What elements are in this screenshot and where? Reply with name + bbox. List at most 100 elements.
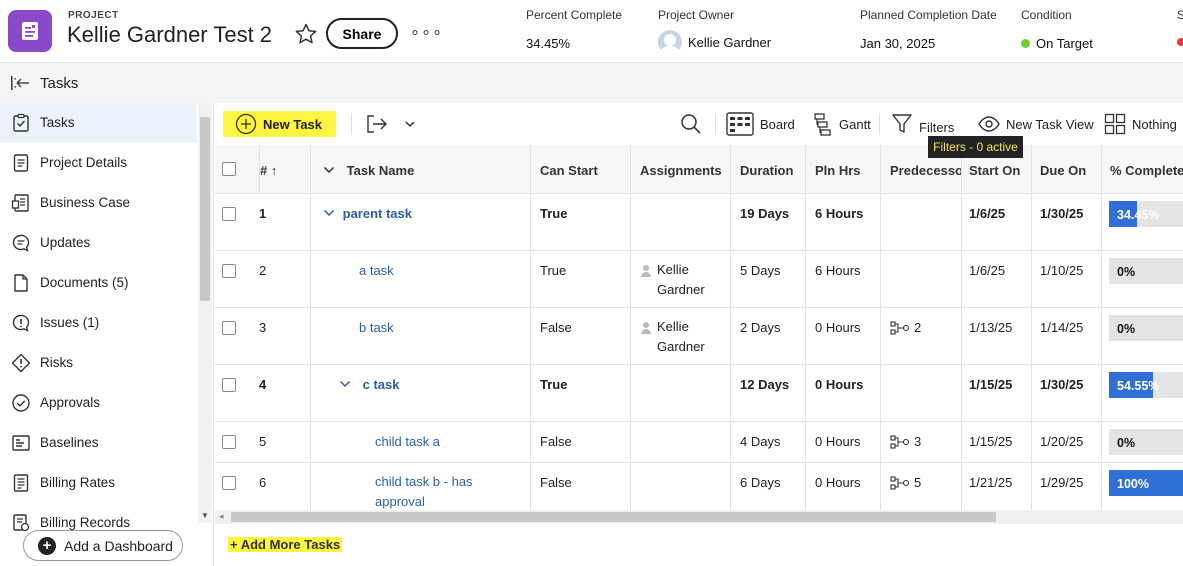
start-on-cell[interactable]: 1/13/25 xyxy=(962,308,1032,364)
start-on-cell[interactable]: 1/6/25 xyxy=(962,194,1032,250)
pct-complete-cell[interactable]: 34.45% xyxy=(1102,194,1183,250)
collapse-chevron-icon[interactable] xyxy=(339,377,359,392)
header-num[interactable]: # ↑ xyxy=(259,145,311,193)
table-row[interactable]: 3 b task False Kellie Gardner 2 Days 0 Ho… xyxy=(215,308,1183,365)
gantt-view-button[interactable]: Gantt xyxy=(813,103,871,145)
sidebar-item-approvals[interactable]: Approvals xyxy=(0,383,197,423)
export-button[interactable] xyxy=(365,103,389,145)
predecessors-cell[interactable]: 5 xyxy=(881,463,962,510)
header-pct-complete[interactable]: % Complete xyxy=(1102,145,1183,193)
assignments-cell[interactable]: Kellie Gardner xyxy=(631,251,731,307)
assignments-cell[interactable] xyxy=(631,194,731,250)
sidebar-item-tasks[interactable]: Tasks xyxy=(0,103,197,143)
new-task-button[interactable]: New Task xyxy=(223,111,337,137)
assignments-cell[interactable]: Kellie Gardner xyxy=(631,308,731,364)
search-button[interactable] xyxy=(679,103,703,145)
predecessors-cell[interactable] xyxy=(881,365,962,421)
predecessors-cell[interactable] xyxy=(881,194,962,250)
duration-cell[interactable]: 5 Days xyxy=(731,251,806,307)
row-checkbox[interactable] xyxy=(222,207,236,221)
assignments-cell[interactable] xyxy=(631,422,731,462)
header-task-name[interactable]: Task Name xyxy=(311,145,531,193)
task-name-link[interactable]: child task a xyxy=(375,434,440,449)
row-checkbox[interactable] xyxy=(222,476,236,490)
header-duration[interactable]: Duration xyxy=(731,145,806,193)
task-name-link[interactable]: child task b - has approval xyxy=(375,474,473,509)
favorite-star-icon[interactable] xyxy=(294,22,318,46)
pln-hrs-cell[interactable]: 6 Hours xyxy=(806,194,881,250)
pln-hrs-cell[interactable]: 0 Hours xyxy=(806,463,881,510)
start-on-cell[interactable]: 1/15/25 xyxy=(962,422,1032,462)
header-due-on[interactable]: Due On xyxy=(1032,145,1102,193)
pln-hrs-cell[interactable]: 0 Hours xyxy=(806,422,881,462)
table-row[interactable]: 2 a task True Kellie Gardner 5 Days 6 Hou… xyxy=(215,251,1183,308)
scroll-down-arrow-icon[interactable]: ▼ xyxy=(201,511,209,520)
duration-cell[interactable]: 19 Days xyxy=(731,194,806,250)
predecessors-cell[interactable] xyxy=(881,251,962,307)
task-name-link[interactable]: parent task xyxy=(343,206,412,221)
sidebar-item-documents[interactable]: Documents (5) xyxy=(0,263,197,303)
row-checkbox[interactable] xyxy=(222,435,236,449)
task-name-link[interactable]: b task xyxy=(359,320,394,335)
row-checkbox[interactable] xyxy=(222,321,236,335)
duration-cell[interactable]: 2 Days xyxy=(731,308,806,364)
header-assignments[interactable]: Assignments xyxy=(631,145,731,193)
project-owner-value[interactable]: Kellie Gardner xyxy=(688,35,771,50)
sidebar-item-project-details[interactable]: Project Details xyxy=(0,143,197,183)
grouping-button[interactable]: Nothing xyxy=(1104,103,1177,145)
collapse-sidebar-icon[interactable] xyxy=(10,73,32,93)
grid-horizontal-scrollbar[interactable]: ◂ xyxy=(215,510,1183,524)
duration-cell[interactable]: 6 Days xyxy=(731,463,806,510)
sidebar-scrollbar[interactable]: ▼ xyxy=(198,103,212,523)
start-on-cell[interactable]: 1/15/25 xyxy=(962,365,1032,421)
assignee-last[interactable]: Gardner xyxy=(657,337,705,357)
header-can-start[interactable]: Can Start xyxy=(531,145,631,193)
duration-cell[interactable]: 12 Days xyxy=(731,365,806,421)
due-on-cell[interactable]: 1/10/25 xyxy=(1032,251,1102,307)
table-row[interactable]: 1 parent task True 19 Days 6 Hours 1/6/2… xyxy=(215,194,1183,251)
sidebar-scrollbar-thumb[interactable] xyxy=(200,117,210,301)
table-row[interactable]: 5 child task a False 4 Days 0 Hours 3 1/… xyxy=(215,422,1183,463)
due-on-cell[interactable]: 1/14/25 xyxy=(1032,308,1102,364)
assignments-cell[interactable] xyxy=(631,463,731,510)
grid-scrollbar-thumb[interactable] xyxy=(231,512,996,522)
pln-hrs-cell[interactable]: 0 Hours xyxy=(806,308,881,364)
pct-complete-cell[interactable]: 0% xyxy=(1102,422,1183,462)
condition-value[interactable]: On Target xyxy=(1036,36,1093,51)
task-name-link[interactable]: a task xyxy=(359,263,394,278)
pct-complete-cell[interactable]: 100% xyxy=(1102,463,1183,510)
predecessors-cell[interactable]: 3 xyxy=(881,422,962,462)
chevron-down-icon[interactable] xyxy=(323,163,343,178)
due-on-cell[interactable]: 1/20/25 xyxy=(1032,422,1102,462)
pct-complete-cell[interactable]: 0% xyxy=(1102,308,1183,364)
pct-complete-cell[interactable]: 0% xyxy=(1102,251,1183,307)
assignee-first[interactable]: Kellie xyxy=(657,317,705,337)
header-pln-hrs[interactable]: Pln Hrs xyxy=(806,145,881,193)
assignee-first[interactable]: Kellie xyxy=(657,260,705,280)
row-checkbox[interactable] xyxy=(222,378,236,392)
select-all-checkbox[interactable] xyxy=(222,162,236,176)
share-button[interactable]: Share xyxy=(326,18,398,49)
due-on-cell[interactable]: 1/29/25 xyxy=(1032,463,1102,510)
scroll-left-arrow-icon[interactable]: ◂ xyxy=(219,511,224,522)
sidebar-item-billing-rates[interactable]: Billing Rates xyxy=(0,463,197,503)
table-row[interactable]: 6 child task b - has approval False 6 Da… xyxy=(215,463,1183,510)
pct-complete-cell[interactable]: 54.55% xyxy=(1102,365,1183,421)
due-on-cell[interactable]: 1/30/25 xyxy=(1032,365,1102,421)
more-options-icon[interactable]: ∘∘∘ xyxy=(410,22,443,42)
sidebar-item-business-case[interactable]: Business Case xyxy=(0,183,197,223)
sidebar-item-updates[interactable]: Updates xyxy=(0,223,197,263)
sidebar-item-baselines[interactable]: Baselines xyxy=(0,423,197,463)
duration-cell[interactable]: 4 Days xyxy=(731,422,806,462)
board-view-button[interactable]: Board xyxy=(726,103,795,145)
collapse-chevron-icon[interactable] xyxy=(323,206,339,221)
assignments-cell[interactable] xyxy=(631,365,731,421)
sidebar-item-issues[interactable]: Issues (1) xyxy=(0,303,197,343)
table-row[interactable]: 4 c task True 12 Days 0 Hours 1/15/25 1/… xyxy=(215,365,1183,422)
pln-hrs-cell[interactable]: 0 Hours xyxy=(806,365,881,421)
sidebar-item-risks[interactable]: Risks xyxy=(0,343,197,383)
row-checkbox[interactable] xyxy=(222,264,236,278)
pln-hrs-cell[interactable]: 6 Hours xyxy=(806,251,881,307)
start-on-cell[interactable]: 1/21/25 xyxy=(962,463,1032,510)
export-dropdown[interactable] xyxy=(403,103,417,145)
